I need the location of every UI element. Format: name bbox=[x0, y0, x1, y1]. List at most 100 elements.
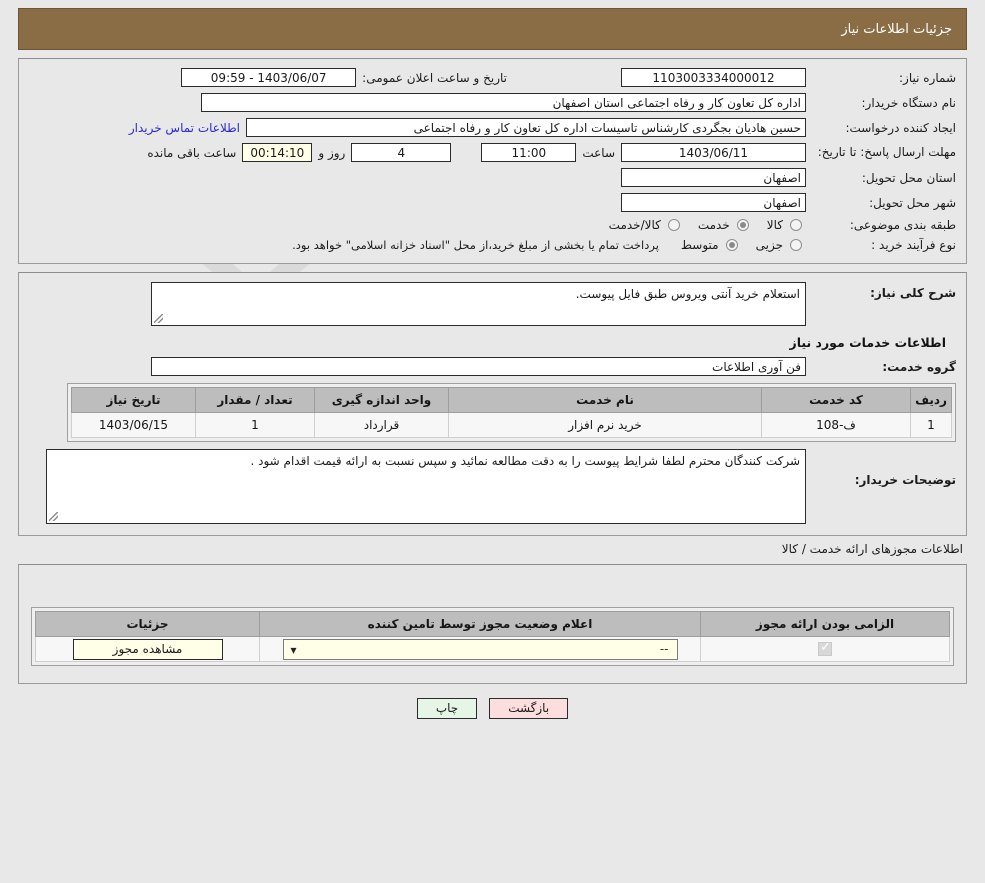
days-remaining-value: 4 bbox=[351, 143, 452, 162]
process-note: پرداخت تمام یا بخشی از مبلغ خرید،از محل … bbox=[292, 238, 659, 252]
buyer-notes-row: توضیحات خریدار: شرکت کنندگان محترم لطفا … bbox=[19, 446, 966, 527]
col-permit-required: الزامی بودن ارائه مجوز bbox=[700, 611, 950, 637]
footer-actions: بازگشت چاپ bbox=[0, 698, 985, 719]
buyer-notes-label: توضیحات خریدار: bbox=[854, 473, 956, 487]
cell-qty: 1 bbox=[195, 412, 315, 438]
services-table: ردیف کد خدمت نام خدمت واحد اندازه گیری ت… bbox=[71, 387, 952, 438]
city-row: شهر محل تحویل: اصفهان bbox=[19, 190, 966, 215]
radio-motevaset-icon[interactable] bbox=[725, 239, 738, 251]
category-label: طبقه بندی موضوعی: bbox=[849, 218, 956, 232]
need-info-panel: شماره نیاز: 1103003334000012 تاریخ و ساع… bbox=[18, 58, 967, 264]
need-number-value: 1103003334000012 bbox=[621, 68, 806, 87]
cell-permit-details: مشاهده مجوز bbox=[35, 636, 260, 662]
permit-status-value: -- bbox=[659, 641, 669, 656]
permits-table-header-row: الزامی بودن ارائه مجوز اعلام وضعیت مجوز … bbox=[35, 611, 950, 637]
announce-value: 1403/06/07 - 09:59 bbox=[181, 68, 357, 87]
table-row: ▾ -- مشاهده مجوز bbox=[35, 636, 950, 662]
services-table-header-row: ردیف کد خدمت نام خدمت واحد اندازه گیری ت… bbox=[71, 387, 952, 413]
category-option-kala-khedmat[interactable]: کالا/خدمت bbox=[609, 218, 684, 232]
category-row: طبقه بندی موضوعی: کالا خدمت کالا/خدمت bbox=[19, 215, 966, 235]
cell-name: خرید نرم افزار bbox=[448, 412, 762, 438]
deadline-row: مهلت ارسال پاسخ: تا تاریخ: 1403/06/11 سا… bbox=[19, 140, 966, 165]
province-row: استان محل تحویل: اصفهان bbox=[19, 165, 966, 190]
category-option-khedmat[interactable]: خدمت bbox=[698, 218, 753, 232]
deadline-label: مهلت ارسال پاسخ: تا تاریخ: bbox=[817, 145, 956, 159]
radio-kala-icon[interactable] bbox=[790, 219, 802, 231]
table-row: 1 ف-108 خرید نرم افزار قرارداد 1 1403/06… bbox=[71, 412, 952, 438]
permits-section-title: اطلاعات مجوزهای ارائه خدمت / کالا bbox=[781, 542, 963, 556]
radio-kala-khedmat-icon[interactable] bbox=[667, 219, 680, 231]
announce-label: تاریخ و ساعت اعلان عمومی: bbox=[362, 70, 507, 85]
requester-label: ایجاد کننده درخواست: bbox=[845, 120, 956, 135]
print-button[interactable]: چاپ bbox=[416, 698, 478, 719]
col-date: تاریخ نیاز bbox=[71, 387, 196, 413]
process-option-motevaset[interactable]: متوسط bbox=[681, 238, 742, 252]
page-root: جزئیات اطلاعات نیاز شماره نیاز: 11030033… bbox=[0, 8, 985, 719]
hour-label: ساعت bbox=[582, 145, 615, 160]
process-label: نوع فرآیند خرید : bbox=[871, 238, 956, 252]
process-option-label-1: متوسط bbox=[680, 238, 719, 252]
back-button[interactable]: بازگشت bbox=[489, 698, 569, 719]
category-option-label-0: کالا bbox=[766, 218, 783, 232]
buyer-contact-link[interactable]: اطلاعات تماس خریدار bbox=[129, 121, 246, 135]
cell-radif: 1 bbox=[910, 412, 952, 438]
col-permit-status: اعلام وضعیت مجوز توسط تامین کننده bbox=[259, 611, 701, 637]
col-code: کد خدمت bbox=[761, 387, 911, 413]
city-value: اصفهان bbox=[621, 193, 806, 212]
deadline-time-value: 11:00 bbox=[481, 143, 577, 162]
process-row: نوع فرآیند خرید : جزیی متوسط پرداخت تمام… bbox=[19, 235, 966, 255]
permits-panel: الزامی بودن ارائه مجوز اعلام وضعیت مجوز … bbox=[18, 564, 967, 684]
province-label: استان محل تحویل: bbox=[861, 170, 956, 185]
services-table-wrap: ردیف کد خدمت نام خدمت واحد اندازه گیری ت… bbox=[67, 383, 956, 442]
cell-permit-required bbox=[700, 636, 950, 662]
city-label: شهر محل تحویل: bbox=[869, 195, 956, 210]
province-value: اصفهان bbox=[621, 168, 806, 187]
category-option-label-1: خدمت bbox=[697, 218, 730, 232]
col-permit-details: جزئیات bbox=[35, 611, 260, 637]
page-title-bar: جزئیات اطلاعات نیاز bbox=[18, 8, 967, 50]
view-permit-button[interactable]: مشاهده مجوز bbox=[72, 638, 223, 660]
permit-status-select[interactable]: ▾ -- bbox=[282, 638, 678, 660]
col-name: نام خدمت bbox=[448, 387, 762, 413]
deadline-date-value: 1403/06/11 bbox=[621, 143, 806, 162]
buyer-org-label: نام دستگاه خریدار: bbox=[861, 95, 957, 110]
cell-code: ف-108 bbox=[761, 412, 911, 438]
service-group-row: گروه خدمت: فن آوری اطلاعات bbox=[19, 354, 966, 379]
permits-table: الزامی بودن ارائه مجوز اعلام وضعیت مجوز … bbox=[35, 611, 950, 662]
cell-permit-status: ▾ -- bbox=[259, 636, 701, 662]
permits-table-wrap: الزامی بودن ارائه مجوز اعلام وضعیت مجوز … bbox=[31, 607, 954, 666]
remaining-hours-label: ساعت باقی مانده bbox=[147, 145, 237, 160]
buyer-notes-textarea[interactable]: شرکت کنندگان محترم لطفا شرایط پیوست را ب… bbox=[46, 449, 806, 524]
requester-value: حسین هادیان بجگردی کارشناس تاسیسات اداره… bbox=[246, 118, 806, 137]
cell-date: 1403/06/15 bbox=[71, 412, 196, 438]
process-radio-group: جزیی متوسط bbox=[681, 238, 806, 252]
page-title: جزئیات اطلاعات نیاز bbox=[841, 21, 952, 37]
description-row: شرح کلی نیاز: استعلام خرید آنتی ویروس طب… bbox=[19, 279, 966, 329]
chevron-down-icon: ▾ bbox=[290, 642, 297, 657]
col-radif: ردیف bbox=[910, 387, 952, 413]
process-option-jozei[interactable]: جزیی bbox=[756, 238, 806, 252]
need-number-label: شماره نیاز: bbox=[899, 70, 956, 85]
category-option-kala[interactable]: کالا bbox=[767, 218, 806, 232]
process-option-label-0: جزیی bbox=[755, 238, 783, 252]
cell-unit: قرارداد bbox=[314, 412, 449, 438]
col-qty: تعداد / مقدار bbox=[195, 387, 315, 413]
radio-khedmat-icon[interactable] bbox=[736, 219, 749, 231]
buyer-org-value: اداره کل تعاون کار و رفاه اجتماعی استان … bbox=[201, 93, 806, 112]
requester-row: ایجاد کننده درخواست: حسین هادیان بجگردی … bbox=[19, 115, 966, 140]
description-label: شرح کلی نیاز: bbox=[870, 286, 956, 300]
category-radio-group: کالا خدمت کالا/خدمت bbox=[609, 218, 806, 232]
services-section-title: اطلاعات خدمات مورد نیاز bbox=[789, 335, 947, 350]
permit-required-checkbox bbox=[818, 640, 832, 657]
services-panel: شرح کلی نیاز: استعلام خرید آنتی ویروس طب… bbox=[18, 272, 967, 536]
radio-jozei-icon[interactable] bbox=[790, 239, 802, 251]
service-group-label: گروه خدمت: bbox=[882, 359, 956, 374]
need-number-row: شماره نیاز: 1103003334000012 تاریخ و ساع… bbox=[19, 65, 966, 90]
countdown-timer: 00:14:10 bbox=[242, 143, 313, 162]
days-label: روز و bbox=[318, 145, 346, 160]
buyer-org-row: نام دستگاه خریدار: اداره کل تعاون کار و … bbox=[19, 90, 966, 115]
category-option-label-2: کالا/خدمت bbox=[608, 218, 661, 232]
col-unit: واحد اندازه گیری bbox=[314, 387, 449, 413]
service-group-value: فن آوری اطلاعات bbox=[151, 357, 806, 376]
description-textarea[interactable]: استعلام خرید آنتی ویروس طبق فایل پیوست. bbox=[151, 282, 806, 326]
